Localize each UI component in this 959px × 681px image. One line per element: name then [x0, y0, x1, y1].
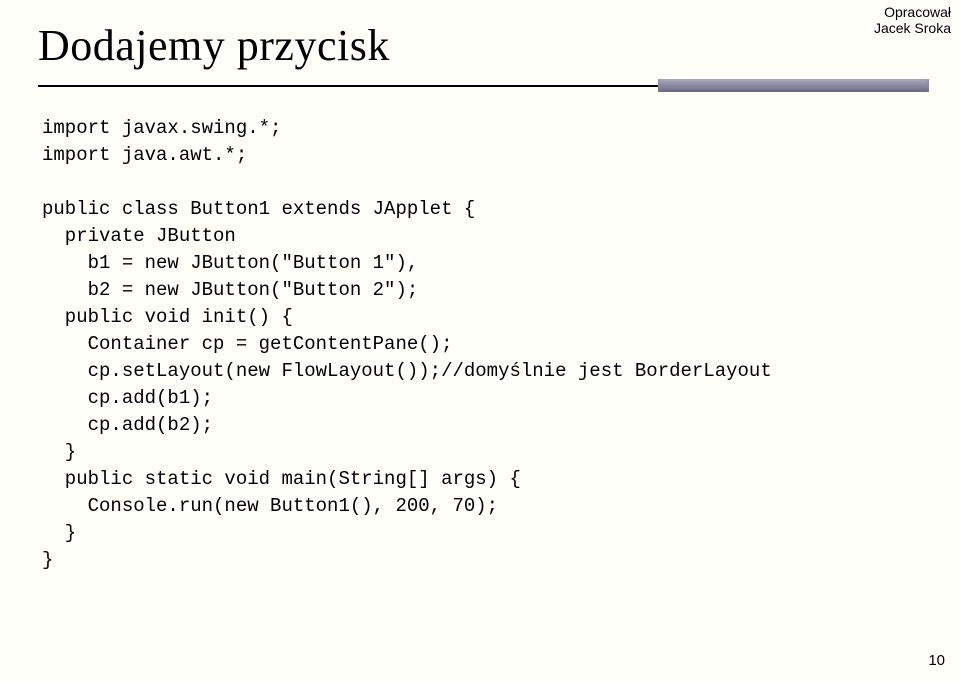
page-title: Dodajemy przycisk: [38, 20, 929, 71]
code-line: cp.add(b1);: [42, 387, 213, 409]
attribution-line-1: Opracował: [874, 4, 951, 20]
title-stub-bar: [658, 79, 929, 92]
code-line: b1 = new JButton("Button 1"),: [42, 252, 418, 274]
code-line: Console.run(new Button1(), 200, 70);: [42, 495, 498, 517]
page-number: 10: [928, 652, 945, 669]
code-line: private JButton: [42, 225, 236, 247]
code-line: }: [42, 441, 76, 463]
attribution-block: Opracował Jacek Sroka: [874, 4, 951, 36]
code-line: public void init() {: [42, 306, 293, 328]
code-line: Container cp = getContentPane();: [42, 333, 452, 355]
code-block: import javax.swing.*; import java.awt.*;…: [42, 115, 929, 573]
code-line: public class Button1 extends JApplet {: [42, 198, 475, 220]
code-line: public static void main(String[] args) {: [42, 468, 521, 490]
title-rule: [38, 79, 929, 93]
code-line: import javax.swing.*;: [42, 117, 281, 139]
code-line: }: [42, 522, 76, 544]
code-line: cp.setLayout(new FlowLayout());//domyśln…: [42, 360, 772, 382]
code-line: }: [42, 549, 53, 571]
attribution-line-2: Jacek Sroka: [874, 20, 951, 36]
code-line: b2 = new JButton("Button 2");: [42, 279, 418, 301]
code-line: cp.add(b2);: [42, 414, 213, 436]
code-line: import java.awt.*;: [42, 144, 247, 166]
slide-page: Opracował Jacek Sroka Dodajemy przycisk …: [0, 0, 959, 681]
